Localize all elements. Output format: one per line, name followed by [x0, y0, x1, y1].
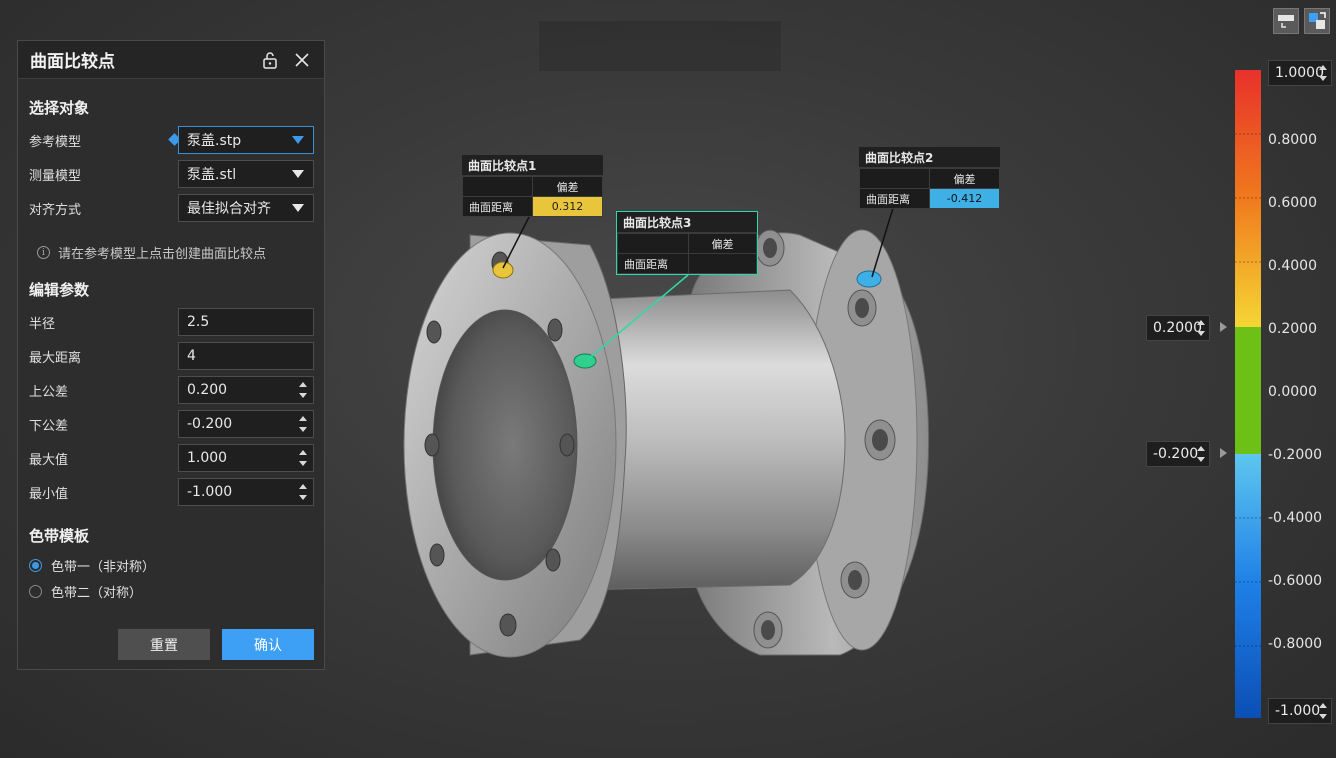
- radio-checked-icon[interactable]: [29, 559, 42, 572]
- hint-text: 请在参考模型上点击创建曲面比较点: [58, 247, 267, 262]
- spinner-arrows-icon[interactable]: [1319, 64, 1327, 82]
- spinner-arrows-icon[interactable]: [1319, 702, 1327, 720]
- meas-model-label: 测量模型: [29, 168, 82, 184]
- colorbar-tick: 0.8000: [1268, 132, 1317, 148]
- max-spinbox[interactable]: 1.000: [178, 444, 314, 472]
- panel-title: 曲面比较点: [30, 52, 115, 72]
- colorbar-upper-tol-spinbox[interactable]: 0.2000: [1146, 315, 1210, 341]
- colorbar-max-spinbox[interactable]: 1.0000: [1268, 60, 1332, 86]
- callout-row-label: 曲面距离: [462, 196, 533, 217]
- spinner-arrows-icon[interactable]: [299, 381, 307, 399]
- max-label: 最大值: [29, 452, 69, 468]
- min-label: 最小值: [29, 486, 69, 502]
- maxdist-value: 4: [187, 348, 196, 364]
- callout-row-label: 曲面距离: [617, 253, 689, 274]
- align-label: 对齐方式: [29, 202, 82, 218]
- colorbar-tick: -0.8000: [1268, 636, 1323, 652]
- align-value: 最佳拟合对齐: [187, 201, 271, 217]
- upper-tol-label: 上公差: [29, 384, 69, 400]
- screen-icon: [1278, 15, 1294, 28]
- lower-tol-label: 下公差: [29, 418, 69, 434]
- section-color-template: 色带模板: [29, 527, 90, 545]
- lower-tol-value: -0.200: [187, 416, 233, 432]
- template-1-label: 色带一（非对称）: [51, 560, 156, 575]
- callout-point-3[interactable]: 曲面比较点3 偏差 曲面距离: [616, 211, 758, 275]
- close-icon[interactable]: [292, 50, 312, 70]
- min-value: -1.000: [187, 484, 233, 500]
- spinner-arrows-icon[interactable]: [299, 483, 307, 501]
- lower-tol-spinbox[interactable]: -0.200: [178, 410, 314, 438]
- callout-row-label: 曲面距离: [859, 188, 930, 209]
- spinner-arrows-icon[interactable]: [299, 449, 307, 467]
- colorbar-tick: -0.6000: [1268, 573, 1323, 589]
- callout-point-2[interactable]: 曲面比较点2 偏差 曲面距离 -0.412: [859, 147, 1000, 209]
- align-select[interactable]: 最佳拟合对齐: [178, 194, 314, 222]
- view-mode-button[interactable]: [1273, 8, 1299, 34]
- callout-value: [688, 253, 757, 274]
- chevron-down-icon: [292, 204, 304, 212]
- callout-header: 偏差: [532, 176, 603, 197]
- info-icon: i: [37, 246, 50, 259]
- swap-icon: [1309, 12, 1326, 29]
- swap-view-button[interactable]: [1304, 8, 1330, 34]
- colorbar-tick: 0.0000: [1268, 384, 1317, 400]
- colorbar-tick: 0.4000: [1268, 258, 1317, 274]
- callout-title: 曲面比较点1: [462, 155, 603, 176]
- meas-model-value: 泵盖.stl: [187, 167, 237, 183]
- unlock-icon[interactable]: [260, 50, 280, 70]
- maxdist-input[interactable]: 4: [178, 342, 314, 370]
- colorbar-tick: 0.2000: [1268, 321, 1317, 337]
- template-2-label: 色带二（对称）: [51, 586, 143, 601]
- section-select-objects: 选择对象: [29, 99, 90, 117]
- reset-button[interactable]: 重置: [118, 629, 210, 660]
- ref-model-value: 泵盖.stp: [187, 133, 242, 149]
- template-2-radio[interactable]: 色带二（对称）: [29, 582, 142, 601]
- panel-header: 曲面比较点: [18, 41, 324, 79]
- ref-model-label: 参考模型: [29, 134, 82, 150]
- colorbar-tick: -0.2000: [1268, 447, 1323, 463]
- spinner-arrows-icon[interactable]: [1197, 445, 1205, 463]
- spinner-arrows-icon[interactable]: [299, 415, 307, 433]
- colorbar-tick: 0.6000: [1268, 195, 1317, 211]
- callout-title: 曲面比较点2: [859, 147, 1000, 168]
- chevron-down-icon: [292, 170, 304, 178]
- chevron-down-icon: [292, 136, 304, 144]
- colorbar-min-spinbox[interactable]: -1.000: [1268, 698, 1332, 724]
- min-spinbox[interactable]: -1.000: [178, 478, 314, 506]
- callout-title: 曲面比较点3: [617, 212, 757, 233]
- colorbar-max-value: 1.0000: [1275, 65, 1324, 81]
- colorbar-upper-value: 0.2000: [1153, 320, 1202, 336]
- ref-model-select[interactable]: 泵盖.stp: [178, 126, 314, 154]
- radius-value: 2.5: [187, 314, 210, 330]
- upper-tol-spinbox[interactable]: 0.200: [178, 376, 314, 404]
- section-edit-params: 编辑参数: [29, 281, 90, 299]
- spinner-arrows-icon[interactable]: [1197, 319, 1205, 337]
- lower-handle-icon[interactable]: [1220, 448, 1227, 458]
- upper-tol-value: 0.200: [187, 382, 228, 398]
- max-value: 1.000: [187, 450, 228, 466]
- callout-header: 偏差: [688, 233, 757, 254]
- upper-handle-icon[interactable]: [1220, 322, 1227, 332]
- maxdist-label: 最大距离: [29, 350, 82, 366]
- colorbar-lower-tol-spinbox[interactable]: -0.200: [1146, 441, 1210, 467]
- surface-compare-panel: 曲面比较点 选择对象 参考模型 泵盖.stp 测量模型 泵盖.stl 对齐方式 …: [17, 40, 325, 670]
- meas-model-select[interactable]: 泵盖.stl: [178, 160, 314, 188]
- colorbar-lower-value: -0.200: [1153, 446, 1199, 462]
- hint-line: i 请在参考模型上点击创建曲面比较点: [37, 243, 266, 262]
- callout-point-1[interactable]: 曲面比较点1 偏差 曲面距离 0.312: [462, 155, 603, 217]
- radius-label: 半径: [29, 316, 56, 332]
- radius-input[interactable]: 2.5: [178, 308, 314, 336]
- callout-value: 0.312: [532, 196, 603, 217]
- template-1-radio[interactable]: 色带一（非对称）: [29, 556, 155, 575]
- color-bar: [1235, 70, 1261, 718]
- callout-value: -0.412: [929, 188, 1000, 209]
- colorbar-tick: -0.4000: [1268, 510, 1323, 526]
- callout-header: 偏差: [929, 168, 1000, 189]
- colorbar-min-value: -1.000: [1275, 703, 1321, 719]
- radio-unchecked-icon[interactable]: [29, 585, 42, 598]
- confirm-button[interactable]: 确认: [222, 629, 314, 660]
